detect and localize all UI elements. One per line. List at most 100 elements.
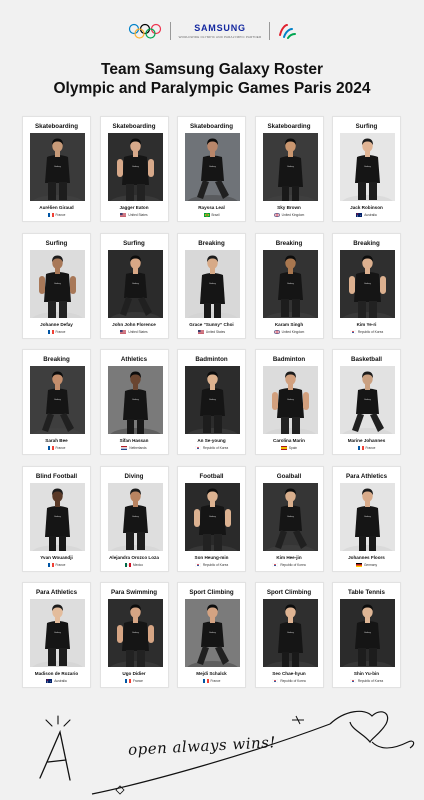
- svg-text:Galaxy: Galaxy: [287, 283, 295, 285]
- athlete-sport: Goalball: [276, 472, 302, 480]
- country-label: France: [55, 446, 66, 450]
- athlete-name: John John Florence: [112, 321, 156, 327]
- athlete-country: France: [23, 446, 90, 450]
- athlete-photo-image: Galaxy: [107, 366, 163, 434]
- svg-text:Galaxy: Galaxy: [54, 283, 62, 285]
- athlete-name: Seo Chae-hyun: [272, 671, 306, 676]
- athlete-sport: Basketball: [351, 356, 382, 363]
- athlete-name: Jack Robinson: [350, 205, 383, 210]
- country-label: France: [133, 679, 143, 683]
- athlete-country: United States: [178, 329, 245, 334]
- athlete-card: Surfing Galaxy Jack Robinson Australia: [332, 116, 401, 222]
- athlete-name: Yvan Wouandji: [40, 554, 73, 560]
- athlete-country: Republic of Korea: [333, 679, 400, 683]
- athlete-sport: Skateboarding: [190, 123, 233, 130]
- athlete-photo-image: Galaxy: [340, 133, 395, 201]
- country-label: France: [55, 562, 66, 567]
- fr-flag-icon: [357, 446, 364, 450]
- athlete-country: Germany: [333, 562, 400, 567]
- svg-text:Galaxy: Galaxy: [364, 166, 372, 168]
- athlete-photo-image: Galaxy: [262, 133, 318, 201]
- athlete-photo: Galaxy: [107, 366, 163, 434]
- athlete-name: Madison de Rozario: [34, 671, 79, 676]
- svg-text:Galaxy: Galaxy: [54, 166, 62, 168]
- au-flag-icon: [46, 679, 53, 683]
- country-label: Republic of Korea: [202, 562, 229, 567]
- athlete-card: Para Athletics Galaxy Johannes Floors Germa…: [332, 465, 401, 572]
- svg-text:Galaxy: Galaxy: [287, 632, 295, 634]
- athlete-name: Johanne Defay: [40, 321, 73, 327]
- athlete-country: France: [23, 329, 90, 334]
- athlete-photo-image: Galaxy: [107, 482, 163, 551]
- athlete-name: Kim Hee-jin: [276, 554, 302, 560]
- country-label: Republic of Korea: [357, 329, 384, 334]
- athlete-photo: Galaxy: [262, 366, 318, 434]
- athlete-sport: Surfing: [123, 239, 145, 247]
- athlete-sport: Sport Climbing: [189, 589, 234, 596]
- athlete-name: Carolina Marin: [273, 438, 305, 443]
- country-label: Brazil: [211, 213, 220, 217]
- athlete-card: Para Swimming Galaxy Ugo Didier France: [99, 582, 169, 688]
- svg-text:Galaxy: Galaxy: [132, 166, 140, 168]
- country-label: Republic of Korea: [202, 446, 229, 450]
- us-flag-icon: [120, 213, 127, 217]
- samsung-logo: SAMSUNG WORLDWIDE OLYMPIC AND PARALYMPIC…: [179, 23, 262, 39]
- athlete-country: France: [23, 213, 90, 217]
- athlete-country: Brazil: [178, 213, 245, 217]
- svg-text:Galaxy: Galaxy: [132, 283, 140, 285]
- svg-text:Galaxy: Galaxy: [364, 516, 372, 518]
- athlete-sport: Blind Football: [35, 472, 78, 480]
- athlete-sport: Badminton: [272, 356, 306, 363]
- athlete-name: Shin Yu-bin: [353, 671, 380, 676]
- country-label: Australia: [54, 679, 67, 683]
- page-title: Team Samsung Galaxy Roster Olympic and P…: [0, 60, 424, 98]
- athlete-photo: Galaxy: [262, 482, 318, 551]
- athlete-card: Sport Climbing Galaxy Seo Chae-hyun Republi…: [254, 582, 324, 688]
- athlete-card: Skateboarding Galaxy Jagger Eaton United St…: [99, 116, 169, 222]
- athlete-card: Goalball Galaxy Kim Hee-jin Republic of Kor…: [254, 465, 324, 572]
- de-flag-icon: [355, 562, 362, 567]
- athlete-sport: Sport Climbing: [266, 589, 312, 596]
- athlete-photo-image: Galaxy: [30, 599, 85, 667]
- athlete-country: Republic of Korea: [178, 446, 245, 450]
- svg-text:Galaxy: Galaxy: [287, 166, 295, 168]
- athlete-photo-image: Galaxy: [340, 366, 395, 434]
- svg-text:Galaxy: Galaxy: [209, 283, 217, 285]
- athlete-photo: Galaxy: [107, 482, 163, 551]
- athlete-country: Mexico: [101, 562, 168, 567]
- country-label: United Kingdom: [281, 213, 305, 217]
- athlete-card: Diving Galaxy Alejandra Orozco Loza Mexico: [99, 465, 169, 572]
- mx-flag-icon: [124, 562, 131, 567]
- athlete-name: Sarah Bee: [45, 438, 68, 443]
- brand-wordmark: SAMSUNG: [194, 23, 246, 33]
- athlete-photo-image: Galaxy: [262, 366, 318, 434]
- athlete-photo-image: Galaxy: [107, 133, 163, 201]
- athlete-sport: Skateboarding: [267, 123, 311, 130]
- header-logos: SAMSUNG WORLDWIDE OLYMPIC AND PARALYMPIC…: [0, 18, 424, 44]
- kr-flag-icon: [272, 562, 279, 567]
- country-label: Republic of Korea: [357, 679, 384, 683]
- us-flag-icon: [197, 329, 204, 334]
- us-flag-icon: [120, 329, 127, 334]
- athlete-country: Republic of Korea: [256, 679, 323, 683]
- athlete-photo: Galaxy: [107, 133, 163, 201]
- gb-flag-icon: [273, 329, 280, 334]
- athlete-photo: Galaxy: [185, 599, 240, 667]
- athlete-country: Republic of Korea: [256, 562, 323, 567]
- athlete-photo: Galaxy: [30, 249, 85, 318]
- athlete-photo-image: Galaxy: [340, 599, 395, 667]
- athlete-card: Athletics Galaxy Sifan Hassan Netherlands: [99, 349, 169, 455]
- partner-tag: WORLDWIDE OLYMPIC AND PARALYMPIC PARTNER: [178, 35, 262, 39]
- athlete-photo-image: Galaxy: [185, 366, 240, 434]
- fr-flag-icon: [125, 679, 132, 683]
- athlete-photo-image: Galaxy: [30, 133, 85, 201]
- athlete-name: An Se-young: [197, 438, 226, 443]
- athlete-card: Skateboarding Galaxy Aurélien Giraud France: [22, 116, 91, 222]
- country-label: Germany: [363, 562, 378, 567]
- country-label: Australia: [364, 213, 377, 217]
- athlete-photo: Galaxy: [185, 482, 240, 551]
- athlete-photo: Galaxy: [262, 599, 318, 667]
- athlete-country: United Kingdom: [256, 329, 323, 334]
- au-flag-icon: [356, 213, 363, 217]
- svg-text:Galaxy: Galaxy: [364, 632, 372, 634]
